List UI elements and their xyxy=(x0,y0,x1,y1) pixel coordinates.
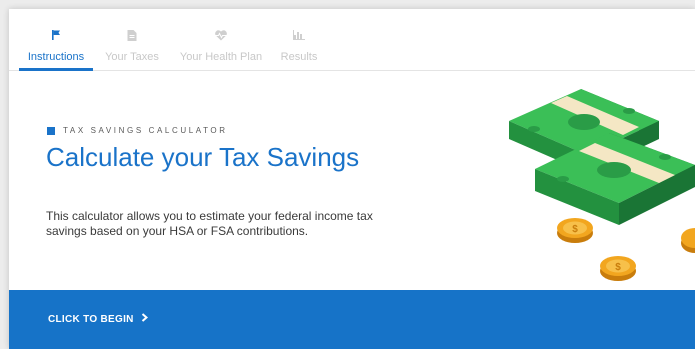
tab-your-health-plan[interactable]: Your Health Plan xyxy=(175,9,267,70)
click-to-begin-button[interactable]: CLICK TO BEGIN xyxy=(48,313,148,325)
cta-label: CLICK TO BEGIN xyxy=(48,313,134,325)
chevron-right-icon xyxy=(141,313,148,325)
coin-bottom: $ xyxy=(600,256,636,281)
calculator-card: Instructions Your Taxes Your Health Plan… xyxy=(9,9,695,349)
tab-label: Instructions xyxy=(27,51,85,63)
page-description: This calculator allows you to estimate y… xyxy=(46,209,373,238)
tab-your-taxes[interactable]: Your Taxes xyxy=(99,9,165,70)
tab-label: Your Taxes xyxy=(105,51,159,63)
tab-label: Your Health Plan xyxy=(179,51,263,63)
page-title: Calculate your Tax Savings xyxy=(46,142,360,172)
money-illustration: $ $ xyxy=(489,75,695,296)
flag-icon xyxy=(51,30,61,43)
coin-left: $ xyxy=(557,218,593,243)
tab-label: Results xyxy=(280,51,318,63)
svg-text:$: $ xyxy=(572,224,578,235)
bar-chart-icon xyxy=(293,30,305,43)
eyebrow-label: TAX SAVINGS CALCULATOR xyxy=(63,126,228,135)
step-tabs: Instructions Your Taxes Your Health Plan… xyxy=(9,9,695,71)
cta-bar: CLICK TO BEGIN xyxy=(9,290,695,349)
heart-rate-icon xyxy=(215,30,228,44)
section-eyebrow: TAX SAVINGS CALCULATOR xyxy=(47,126,228,135)
document-icon xyxy=(127,30,137,44)
tab-instructions[interactable]: Instructions xyxy=(19,9,93,71)
eyebrow-square-icon xyxy=(47,126,55,135)
svg-text:$: $ xyxy=(615,262,621,273)
tab-results[interactable]: Results xyxy=(277,9,321,70)
coin-right xyxy=(681,228,695,253)
